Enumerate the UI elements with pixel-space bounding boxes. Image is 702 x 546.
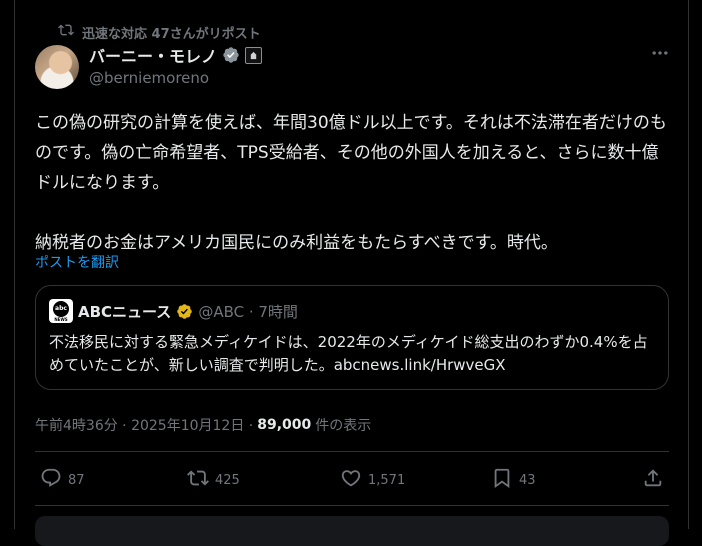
reply-icon xyxy=(40,467,62,493)
translate-post-link[interactable]: ポストを翻訳 xyxy=(35,252,119,272)
quoted-post[interactable]: abc NEWS ABCニュース @ABC · 7時間 不法移民に対する緊急メデ… xyxy=(35,285,669,390)
author-handle[interactable]: @berniemoreno xyxy=(89,69,209,87)
view-count: 89,000 xyxy=(257,417,312,433)
verified-organization-badge-icon[interactable] xyxy=(176,303,193,320)
reply-button[interactable]: 87 xyxy=(40,466,85,494)
like-button[interactable]: 1,571 xyxy=(340,466,405,494)
reply-count: 87 xyxy=(68,472,85,488)
divider-top xyxy=(35,451,669,452)
government-affiliate-icon[interactable] xyxy=(245,46,263,64)
abc-logo-news: NEWS xyxy=(54,316,68,322)
view-count-label: 件の表示 xyxy=(315,418,372,434)
bookmark-button[interactable]: 43 xyxy=(491,466,536,494)
quoted-author-avatar[interactable]: abc NEWS xyxy=(49,299,73,323)
action-bar: 87 425 1,571 43 xyxy=(35,466,669,494)
post-text: この偽の研究の計算を使えば、年間30億ドル以上です。それは不法滞在者だけのもので… xyxy=(35,113,667,253)
share-icon xyxy=(642,467,664,493)
post-timestamp[interactable]: 午前4時36分 · 2025年10月12日 · xyxy=(35,415,253,435)
avatar[interactable] xyxy=(35,45,79,89)
quoted-post-text: 不法移民に対する緊急メディケイドは、2022年のメディケイド総支出のわずか0.4… xyxy=(49,333,648,374)
quoted-post-meta: @ABC · 7時間 xyxy=(198,302,298,321)
abc-logo-mark: abc xyxy=(53,300,69,317)
repost-label: 迅速な対応 47さんがリポスト xyxy=(82,26,261,42)
quoted-post-header: abc NEWS ABCニュース @ABC · 7時間 xyxy=(49,299,298,323)
author-name-row: バーニー・モレノ xyxy=(89,43,263,67)
repost-context[interactable]: 迅速な対応 47さんがリポスト xyxy=(58,22,261,42)
timeline-left-border xyxy=(14,0,15,529)
repost-count: 425 xyxy=(215,472,240,488)
timeline-right-border xyxy=(688,0,689,529)
bookmark-count: 43 xyxy=(519,472,536,488)
quoted-author-name[interactable]: ABCニュース xyxy=(78,301,171,322)
reply-composer[interactable] xyxy=(35,516,669,546)
more-options-icon xyxy=(650,43,670,67)
author-display-name[interactable]: バーニー・モレノ xyxy=(89,43,217,67)
post-timestamp-row: 午前4時36分 · 2025年10月12日 · 89,000 件の表示 xyxy=(35,415,371,435)
share-button[interactable] xyxy=(642,466,664,494)
repost-icon xyxy=(58,22,74,42)
divider-bottom xyxy=(35,505,669,506)
like-count: 1,571 xyxy=(368,472,406,488)
verified-badge-icon[interactable] xyxy=(222,46,240,64)
heart-icon xyxy=(340,467,362,493)
repost-icon xyxy=(187,467,209,493)
bookmark-icon xyxy=(491,467,513,493)
more-options-button[interactable] xyxy=(648,45,672,65)
repost-button[interactable]: 425 xyxy=(187,466,240,494)
